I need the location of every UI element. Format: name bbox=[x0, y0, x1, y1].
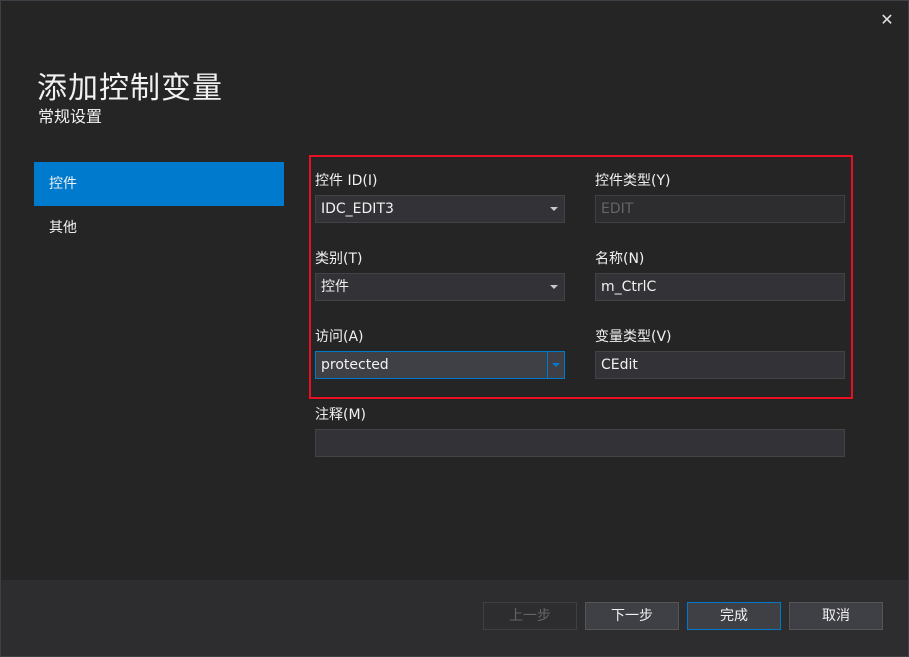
nav-item-control[interactable]: 控件 bbox=[34, 162, 284, 206]
name-label: 名称(N) bbox=[595, 251, 645, 267]
next-button[interactable]: 下一步 bbox=[585, 602, 679, 630]
nav-item-other[interactable]: 其他 bbox=[34, 206, 284, 250]
control-id-label: 控件 ID(I) bbox=[315, 173, 378, 189]
close-icon[interactable]: ✕ bbox=[878, 11, 896, 29]
dialog-footer: 上一步 下一步 完成 取消 bbox=[1, 580, 908, 656]
access-value: protected bbox=[321, 357, 389, 373]
chevron-down-icon bbox=[552, 363, 560, 367]
category-value: 控件 bbox=[321, 279, 349, 295]
cancel-button[interactable]: 取消 bbox=[789, 602, 883, 630]
access-label: 访问(A) bbox=[315, 329, 364, 345]
chevron-down-icon bbox=[550, 285, 558, 289]
control-id-combo[interactable]: IDC_EDIT3 bbox=[315, 195, 565, 223]
dialog-subtitle: 常规设置 bbox=[38, 107, 103, 126]
access-combo[interactable]: protected bbox=[315, 351, 565, 379]
control-id-value: IDC_EDIT3 bbox=[321, 201, 394, 217]
category-combo[interactable]: 控件 bbox=[315, 273, 565, 301]
category-label: 类别(T) bbox=[315, 251, 363, 267]
add-control-variable-dialog: ✕ 添加控制变量 常规设置 控件 其他 控件 ID(I) IDC_EDIT3 控… bbox=[0, 0, 909, 657]
settings-nav: 控件 其他 bbox=[34, 162, 284, 250]
comment-input[interactable] bbox=[315, 429, 845, 457]
control-type-field: EDIT bbox=[595, 195, 845, 223]
variable-type-label: 变量类型(V) bbox=[595, 329, 672, 345]
finish-button[interactable]: 完成 bbox=[687, 602, 781, 630]
variable-type-input[interactable]: CEdit bbox=[595, 351, 845, 379]
chevron-down-icon bbox=[550, 207, 558, 211]
comment-label: 注释(M) bbox=[315, 407, 367, 423]
dialog-title: 添加控制变量 bbox=[37, 71, 223, 106]
prev-button[interactable]: 上一步 bbox=[483, 602, 577, 630]
name-input[interactable]: m_CtrlC bbox=[595, 273, 845, 301]
control-type-label: 控件类型(Y) bbox=[595, 173, 671, 189]
